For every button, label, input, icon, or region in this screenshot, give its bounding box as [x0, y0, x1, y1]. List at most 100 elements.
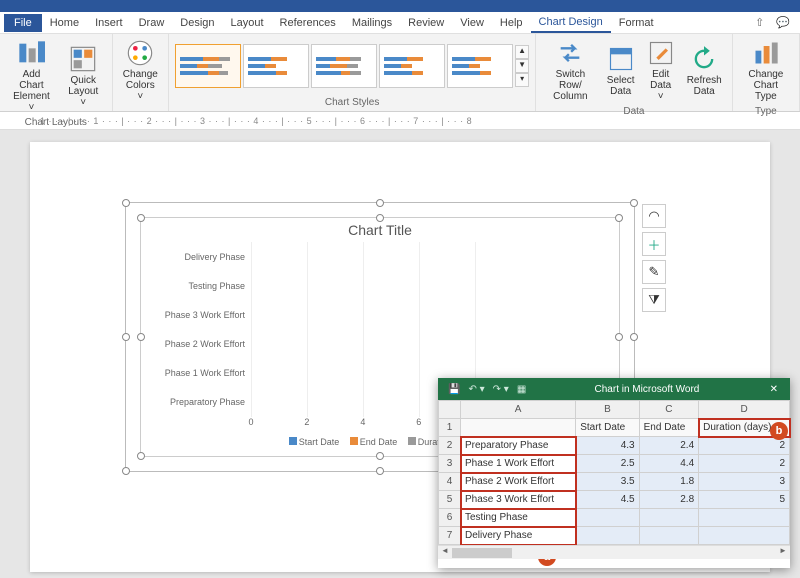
- menu-mailings[interactable]: Mailings: [344, 14, 400, 32]
- resize-handle[interactable]: [630, 199, 638, 207]
- scroll-right-icon[interactable]: ►: [776, 546, 790, 560]
- row-header[interactable]: 2: [439, 437, 461, 455]
- menu-file[interactable]: File: [4, 14, 42, 32]
- gallery-down[interactable]: ▼: [515, 59, 529, 73]
- resize-handle[interactable]: [376, 199, 384, 207]
- menu-view[interactable]: View: [452, 14, 492, 32]
- excel-datasheet-window[interactable]: 💾 ↶ ▾ ↷ ▾ ▦ Chart in Microsoft Word ✕ AB…: [438, 378, 790, 568]
- style-2[interactable]: [243, 44, 309, 88]
- resize-handle[interactable]: [615, 214, 623, 222]
- cell[interactable]: Phase 2 Work Effort: [461, 473, 576, 491]
- cell[interactable]: [576, 509, 639, 527]
- gallery-up[interactable]: ▲: [515, 45, 529, 59]
- scroll-left-icon[interactable]: ◄: [438, 546, 452, 560]
- change-chart-type-button[interactable]: Change Chart Type: [739, 37, 793, 104]
- resize-handle[interactable]: [376, 452, 384, 460]
- cell[interactable]: 2: [699, 455, 790, 473]
- row-header[interactable]: 4: [439, 473, 461, 491]
- cell[interactable]: 5: [699, 491, 790, 509]
- excel-sheet[interactable]: ABCD1Start DateEnd DateDuration (days)2P…: [438, 400, 790, 545]
- chart-styles-button[interactable]: ✎: [642, 260, 666, 284]
- cell[interactable]: [639, 509, 699, 527]
- menu-design[interactable]: Design: [172, 14, 222, 32]
- layout-options-button[interactable]: ◠: [642, 204, 666, 228]
- chart-elements-button[interactable]: ＋: [642, 232, 666, 256]
- resize-handle[interactable]: [615, 333, 623, 341]
- row-header[interactable]: 6: [439, 509, 461, 527]
- cell[interactable]: Phase 3 Work Effort: [461, 491, 576, 509]
- comments-icon[interactable]: 💬: [770, 13, 796, 32]
- resize-handle[interactable]: [137, 214, 145, 222]
- menu-review[interactable]: Review: [400, 14, 452, 32]
- cell[interactable]: [699, 509, 790, 527]
- cell[interactable]: 1.8: [639, 473, 699, 491]
- cell[interactable]: 4.4: [639, 455, 699, 473]
- cell[interactable]: Preparatory Phase: [461, 437, 576, 455]
- resize-handle[interactable]: [122, 467, 130, 475]
- resize-handle[interactable]: [376, 467, 384, 475]
- style-4[interactable]: [379, 44, 445, 88]
- cell[interactable]: Delivery Phase: [461, 527, 576, 545]
- excel-grid-icon[interactable]: ▦: [513, 384, 530, 395]
- resize-handle[interactable]: [122, 199, 130, 207]
- gallery-more[interactable]: ▾: [515, 73, 529, 87]
- cell[interactable]: 2.4: [639, 437, 699, 455]
- excel-save-icon[interactable]: 💾: [444, 384, 464, 395]
- cell[interactable]: Testing Phase: [461, 509, 576, 527]
- cell[interactable]: 2.5: [576, 455, 639, 473]
- resize-handle[interactable]: [630, 333, 638, 341]
- share-icon[interactable]: ⇧: [749, 13, 770, 32]
- menu-draw[interactable]: Draw: [131, 14, 173, 32]
- resize-handle[interactable]: [137, 333, 145, 341]
- cell[interactable]: 4.3: [576, 437, 639, 455]
- menu-bar: File Home Insert Draw Design Layout Refe…: [0, 12, 800, 34]
- cell[interactable]: [576, 527, 639, 545]
- menu-references[interactable]: References: [272, 14, 344, 32]
- menu-layout[interactable]: Layout: [223, 14, 272, 32]
- cell[interactable]: 4.5: [576, 491, 639, 509]
- quick-layout-button[interactable]: Quick Layout ˅: [61, 43, 106, 110]
- excel-scrollbar-horizontal[interactable]: ◄ ►: [438, 545, 790, 559]
- resize-handle[interactable]: [122, 333, 130, 341]
- col-header[interactable]: B: [576, 401, 639, 419]
- excel-redo-icon[interactable]: ↷ ▾: [489, 384, 513, 395]
- menu-chart-design[interactable]: Chart Design: [531, 13, 611, 33]
- add-chart-element-button[interactable]: Add Chart Element ˅: [6, 37, 57, 115]
- refresh-data-button[interactable]: Refresh Data: [683, 43, 726, 99]
- resize-handle[interactable]: [376, 214, 384, 222]
- row-header[interactable]: 1: [439, 419, 461, 437]
- cell[interactable]: 3.5: [576, 473, 639, 491]
- menu-format[interactable]: Format: [611, 14, 662, 32]
- cell[interactable]: [699, 527, 790, 545]
- scroll-thumb[interactable]: [452, 548, 512, 558]
- col-header[interactable]: D: [699, 401, 790, 419]
- row-header[interactable]: 3: [439, 455, 461, 473]
- y-category-label: Preparatory Phase: [146, 397, 251, 407]
- cell[interactable]: Phase 1 Work Effort: [461, 455, 576, 473]
- edit-data-button[interactable]: Edit Data ˅: [643, 37, 679, 104]
- menu-insert[interactable]: Insert: [87, 14, 131, 32]
- header-cell[interactable]: Start Date: [576, 419, 639, 437]
- change-colors-button[interactable]: Change Colors ˅: [119, 37, 163, 104]
- resize-handle[interactable]: [137, 452, 145, 460]
- select-data-button[interactable]: Select Data: [603, 43, 639, 99]
- col-header[interactable]: A: [461, 401, 576, 419]
- style-1[interactable]: [175, 44, 241, 88]
- excel-close-button[interactable]: ✕: [764, 384, 784, 395]
- excel-undo-icon[interactable]: ↶ ▾: [464, 384, 488, 395]
- switch-row-column-button[interactable]: Switch Row/ Column: [542, 37, 599, 104]
- col-header[interactable]: [439, 401, 461, 419]
- header-cell[interactable]: [461, 419, 576, 437]
- cell[interactable]: 2.8: [639, 491, 699, 509]
- style-3[interactable]: [311, 44, 377, 88]
- row-header[interactable]: 5: [439, 491, 461, 509]
- menu-home[interactable]: Home: [42, 14, 87, 32]
- cell[interactable]: 3: [699, 473, 790, 491]
- row-header[interactable]: 7: [439, 527, 461, 545]
- chart-filters-button[interactable]: ⧩: [642, 288, 666, 312]
- menu-help[interactable]: Help: [492, 14, 531, 32]
- header-cell[interactable]: End Date: [639, 419, 699, 437]
- col-header[interactable]: C: [639, 401, 699, 419]
- style-5[interactable]: [447, 44, 513, 88]
- cell[interactable]: [639, 527, 699, 545]
